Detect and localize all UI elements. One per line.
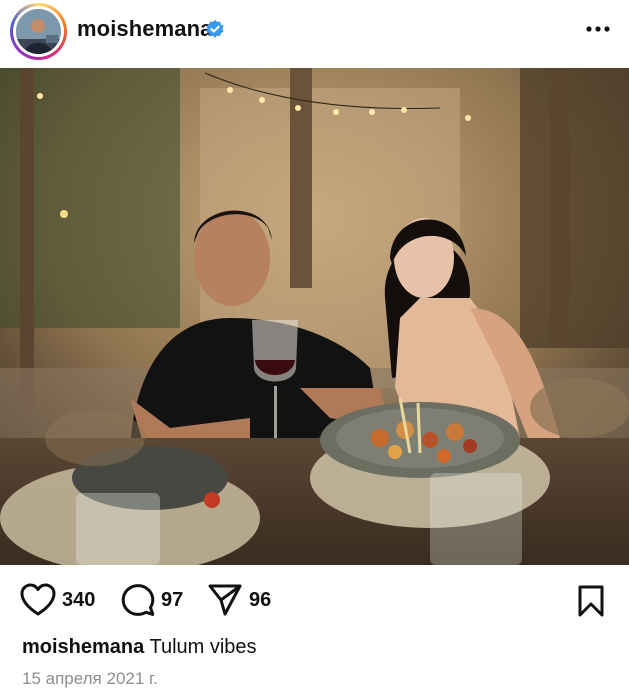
like-action[interactable]: 340 — [20, 578, 95, 622]
send-icon[interactable] — [207, 583, 243, 617]
share-count: 96 — [249, 588, 272, 611]
caption: moishemana Tulum vibes — [22, 636, 257, 659]
verified-badge-icon — [206, 19, 224, 38]
post-date: 15 апреля 2021 г. — [22, 669, 158, 688]
avatar[interactable] — [16, 9, 61, 54]
comment-icon[interactable] — [121, 583, 155, 617]
like-count: 340 — [62, 588, 96, 611]
bookmark-icon[interactable] — [577, 584, 605, 618]
username[interactable]: moishemana — [77, 16, 213, 42]
caption-text: Tulum vibes — [149, 636, 257, 658]
post-photo[interactable] — [0, 68, 629, 565]
heart-icon[interactable] — [20, 583, 56, 617]
share-action[interactable]: 96 — [207, 578, 271, 622]
post-header: moishemana — [0, 0, 629, 66]
more-options-icon[interactable] — [585, 19, 611, 39]
post-actions: 340 97 96 — [0, 578, 629, 624]
story-ring[interactable] — [10, 3, 67, 60]
comment-action[interactable]: 97 — [121, 578, 183, 622]
comment-count: 97 — [161, 588, 184, 611]
caption-username[interactable]: moishemana — [22, 636, 144, 658]
